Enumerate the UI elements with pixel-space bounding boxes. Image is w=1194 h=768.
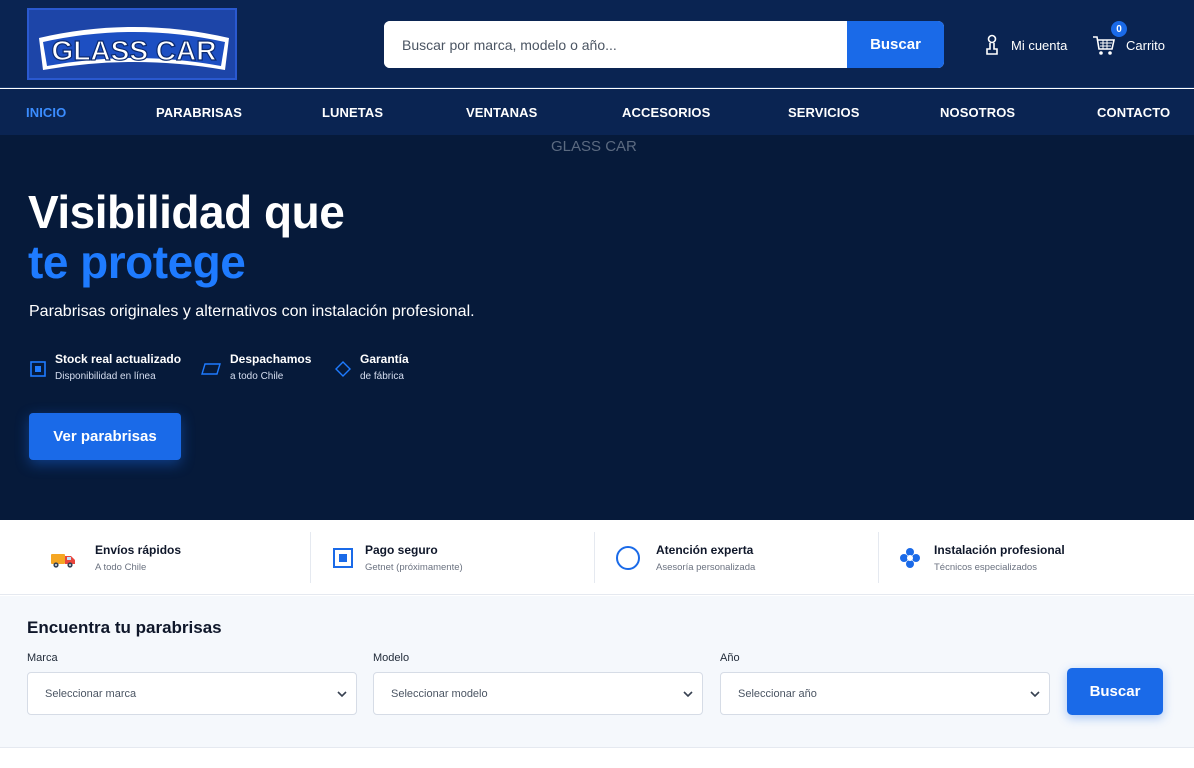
truck-icon: [51, 554, 75, 568]
search-input[interactable]: [384, 21, 847, 68]
main-nav: INICIO PARABRISAS LUNETAS VENTANAS ACCES…: [0, 89, 1194, 135]
benefit-divider: [594, 532, 595, 583]
benefit-subtitle: A todo Chile: [95, 562, 147, 573]
account-link[interactable]: Mi cuenta: [983, 34, 1067, 56]
hero-feature-title: Despachamos: [230, 352, 312, 366]
year-select[interactable]: Seleccionar año: [720, 672, 1050, 715]
square-icon: [333, 548, 353, 568]
benefit-title: Atención experta: [656, 543, 754, 557]
benefit-title: Pago seguro: [365, 543, 438, 557]
nav-item-accesorios[interactable]: ACCESORIOS: [622, 89, 710, 135]
logo-graphic: GLASS CAR: [29, 10, 235, 78]
diamond-icon: [335, 361, 351, 377]
hero-feature-title: Garantía: [360, 352, 409, 366]
benefit-expert-support: Atención experta Asesoría personalizada: [615, 532, 855, 583]
hero-feature-subtitle: a todo Chile: [230, 371, 284, 382]
benefit-professional-install: Instalación profesional Técnicos especia…: [898, 532, 1158, 583]
cart-link[interactable]: 0 Carrito: [1092, 21, 1166, 56]
windshield-finder: Encuentra tu parabrisas Marca Selecciona…: [0, 596, 1194, 748]
account-label: Mi cuenta: [1011, 37, 1068, 53]
user-icon: [986, 34, 998, 55]
logo-text: GLASS CAR: [52, 35, 217, 66]
hero-subtitle: Parabrisas originales y alternativos con…: [29, 303, 475, 320]
parallelogram-icon: [201, 363, 221, 375]
model-select[interactable]: Seleccionar modelo: [373, 672, 703, 715]
chevron-down-icon: [1030, 691, 1040, 698]
hero-feature-subtitle: de fábrica: [360, 371, 404, 382]
flower-icon: [900, 548, 920, 568]
finder-title: Encuentra tu parabrisas: [27, 618, 222, 637]
benefit-subtitle: Getnet (próximamente): [365, 562, 463, 573]
hero-section: GLASS CAR Visibilidad que te protege Par…: [0, 135, 1194, 520]
benefit-secure-payment: Pago seguro Getnet (próximamente): [330, 532, 570, 583]
header-search: Buscar: [384, 21, 944, 68]
hero-feature-subtitle: Disponibilidad en línea: [55, 371, 156, 382]
hero-feature-stock: Stock real actualizado Disponibilidad en…: [29, 352, 189, 386]
nav-item-lunetas[interactable]: LUNETAS: [322, 89, 383, 135]
benefit-divider: [878, 532, 879, 583]
benefit-subtitle: Asesoría personalizada: [656, 562, 756, 573]
hero-title-line2: te protege: [28, 236, 246, 288]
brand-label: Marca: [27, 652, 58, 664]
model-label: Modelo: [373, 652, 410, 664]
nav-item-contacto[interactable]: CONTACTO: [1097, 89, 1170, 135]
glass-car-logo[interactable]: GLASS CAR: [27, 8, 237, 80]
cart-icon: [1093, 36, 1115, 55]
brand-select[interactable]: Seleccionar marca: [27, 672, 357, 715]
benefit-subtitle: Técnicos especializados: [934, 562, 1037, 573]
benefit-divider: [310, 532, 311, 583]
benefit-title: Instalación profesional: [934, 543, 1065, 557]
hero-feature-shipping: Despachamos a todo Chile: [201, 352, 321, 386]
benefit-title: Envíos rápidos: [95, 543, 182, 557]
benefit-fast-shipping: Envíos rápidos A todo Chile: [50, 532, 290, 583]
circle-icon: [616, 546, 640, 570]
nav-item-nosotros[interactable]: NOSOTROS: [940, 89, 1015, 135]
hero-title-line1: Visibilidad que: [28, 186, 345, 238]
search-button[interactable]: Buscar: [847, 21, 944, 68]
cart-label: Carrito: [1126, 37, 1166, 53]
nav-item-ventanas[interactable]: VENTANAS: [466, 89, 537, 135]
year-select-value: Seleccionar año: [738, 688, 817, 700]
nav-item-inicio[interactable]: INICIO: [26, 89, 66, 135]
brand-select-value: Seleccionar marca: [45, 688, 137, 700]
chevron-down-icon: [337, 691, 347, 698]
hero-image-alt: GLASS CAR: [551, 138, 637, 155]
hero-feature-title: Stock real actualizado: [55, 352, 182, 366]
cart-count-badge: 0: [1111, 21, 1127, 37]
benefits-bar: Envíos rápidos A todo Chile Pago seguro …: [0, 520, 1194, 595]
nav-item-servicios[interactable]: SERVICIOS: [788, 89, 859, 135]
model-select-value: Seleccionar modelo: [391, 688, 488, 700]
finder-search-button[interactable]: Buscar: [1067, 668, 1163, 715]
square-icon: [30, 361, 46, 377]
site-header: GLASS CAR Buscar Mi cuenta 0 Carrito: [0, 0, 1194, 88]
year-label: Año: [720, 652, 740, 664]
hero-feature-warranty: Garantía de fábrica: [334, 352, 434, 386]
chevron-down-icon: [683, 691, 693, 698]
nav-item-parabrisas[interactable]: PARABRISAS: [156, 89, 242, 135]
view-windshields-button[interactable]: Ver parabrisas: [29, 413, 181, 460]
